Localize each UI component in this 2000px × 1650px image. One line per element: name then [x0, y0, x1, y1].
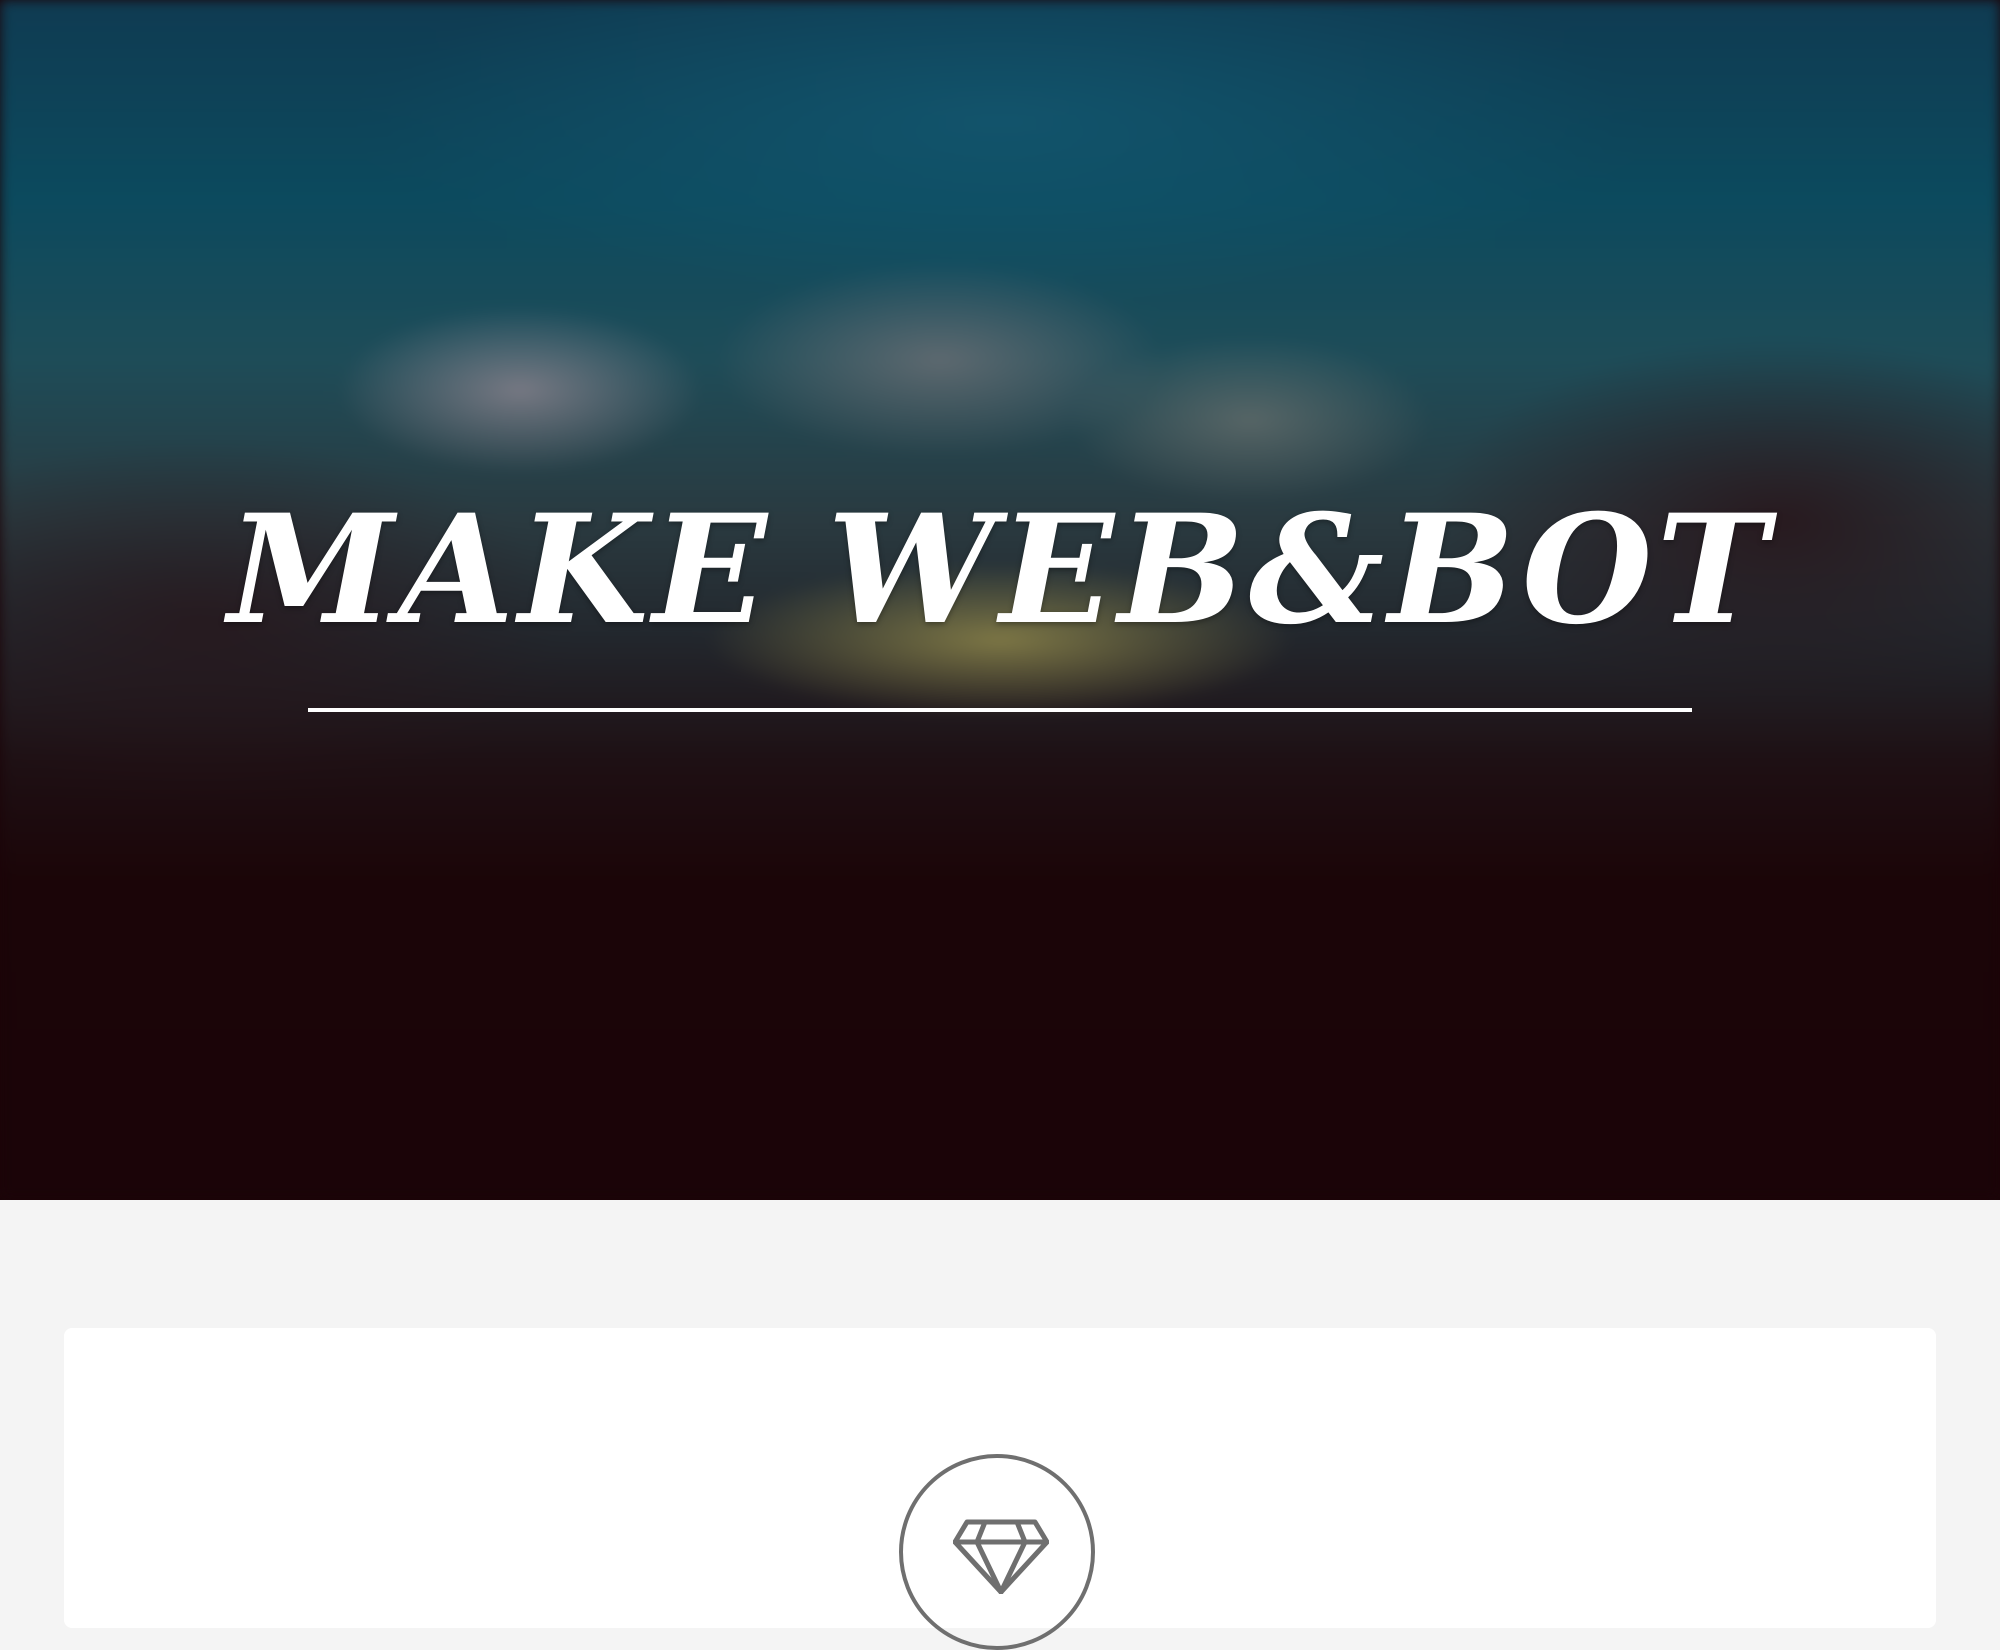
diamond-icon	[953, 1519, 1049, 1594]
hero-divider	[308, 708, 1692, 712]
hero-title: MAKE WEB&BOT	[227, 482, 1773, 658]
feature-icon-circle	[899, 1454, 1095, 1650]
hero-section: MAKE WEB&BOT	[0, 0, 2000, 1200]
